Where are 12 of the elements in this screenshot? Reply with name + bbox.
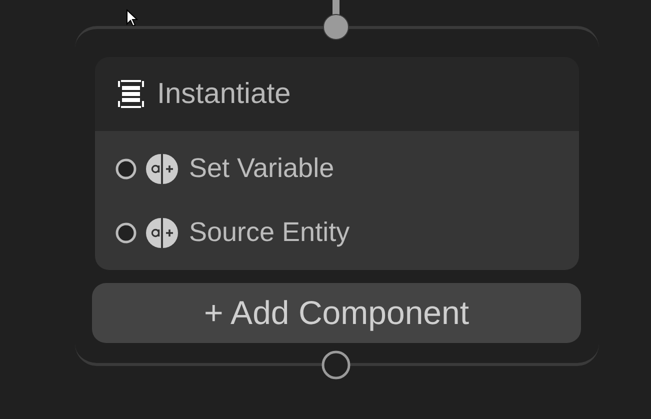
pointer-icon (126, 9, 138, 27)
add-component-button[interactable]: + Add Component (92, 283, 581, 343)
field-label: Source Entity (189, 217, 350, 248)
variable-icon (146, 216, 178, 248)
field-label: Set Variable (189, 153, 334, 184)
input-port[interactable] (320, 0, 352, 42)
output-port[interactable] (320, 349, 352, 381)
stack-icon (117, 79, 145, 109)
field-port[interactable] (115, 158, 137, 180)
variable-icon (146, 152, 178, 184)
field-port[interactable] (115, 222, 137, 244)
node-title: Instantiate (157, 78, 291, 110)
